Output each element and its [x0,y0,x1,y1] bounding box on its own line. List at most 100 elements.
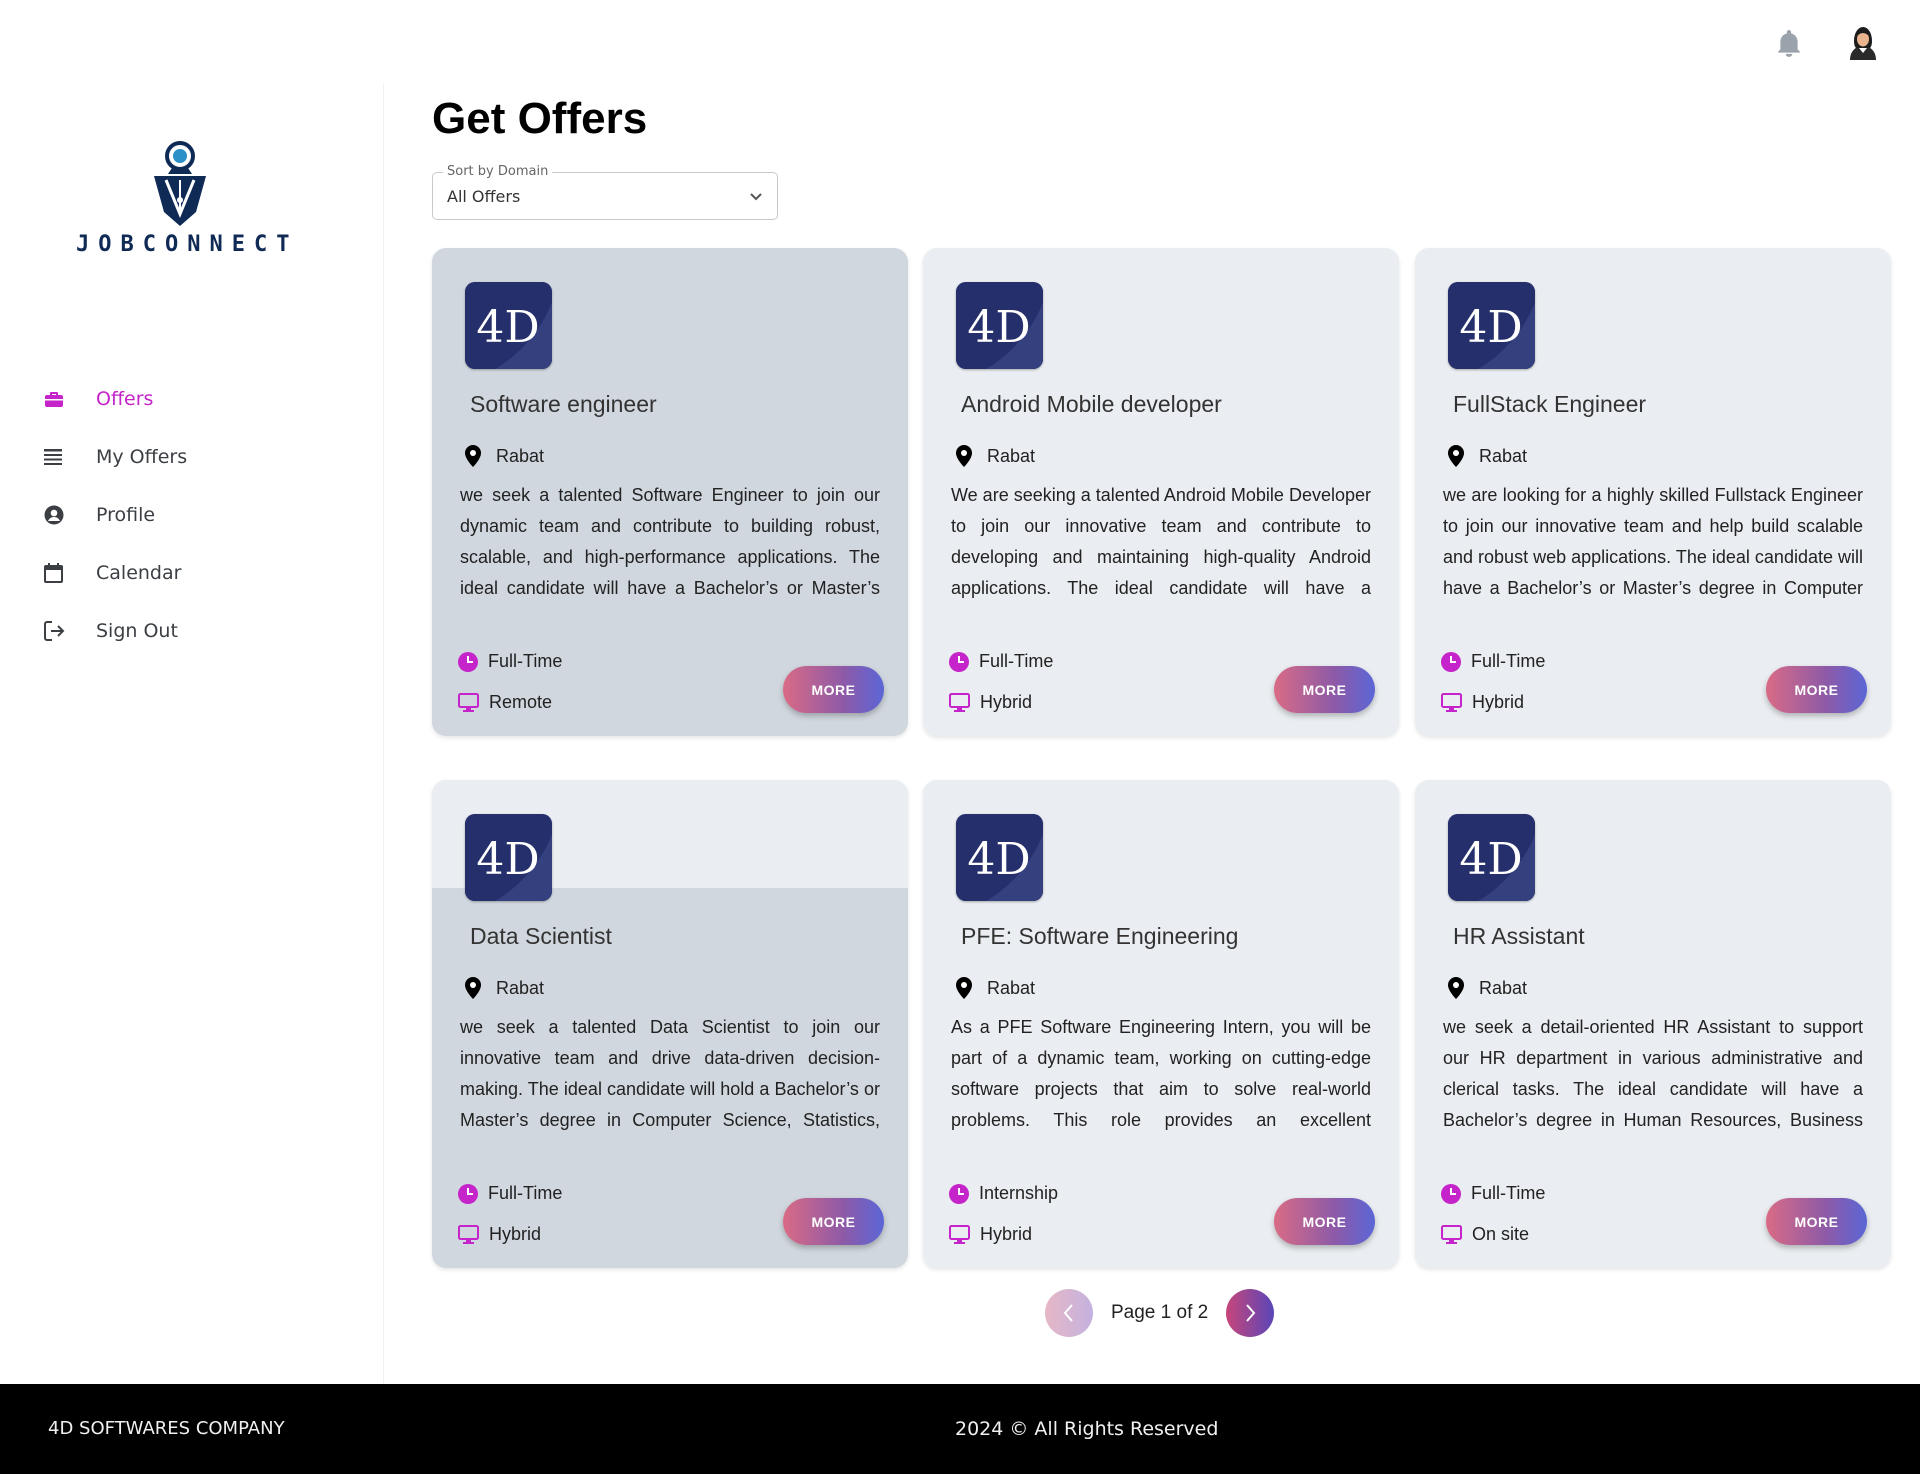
offer-mode: Hybrid [949,1224,1032,1245]
offer-card[interactable]: 4D Software engineer Rabat we seek a tal… [432,248,908,736]
chevron-left-icon [1063,1304,1073,1322]
company-logo-text: 4D [1459,834,1522,885]
offer-description: we seek a talented Software Engineer to … [460,485,880,598]
offer-mode: On site [1441,1224,1529,1245]
offer-location: Rabat [1445,976,1527,1000]
location-text: Rabat [987,445,1036,466]
offer-card[interactable]: 4D Data Scientist Rabat we seek a talent… [432,780,908,1268]
offer-type-text: Full-Time [488,1183,563,1203]
more-button[interactable]: MORE [1766,666,1867,713]
offer-type-text: Internship [979,1183,1059,1203]
sidebar-item-label: Calendar [96,562,182,584]
offer-title: Data Scientist [470,923,612,949]
page-indicator: Page 1 of 2 [1111,1302,1209,1323]
clock-icon [949,651,969,672]
offer-mode-text: On site [1472,1224,1530,1244]
offer-location: Rabat [462,444,544,468]
location-text: Rabat [496,977,545,998]
clock-icon [1441,651,1461,672]
chevron-right-icon [1246,1304,1256,1322]
more-button[interactable]: MORE [783,666,884,713]
offer-description: As a PFE Software Engineering Intern, yo… [951,1017,1371,1130]
offer-type: Full-Time [458,1183,562,1204]
offer-card[interactable]: 4D PFE: Software Engineering Rabat As a … [923,780,1399,1268]
offer-type-text: Full-Time [488,651,563,671]
offer-description: we seek a detail-oriented HR Assistant t… [1443,1017,1863,1130]
offer-location: Rabat [953,444,1035,468]
offer-mode-text: Hybrid [980,692,1033,712]
brand-wordmark: JOBCONNECT [76,232,299,257]
offer-description: we are looking for a highly skilled Full… [1443,485,1863,598]
sidebar-item-calendar[interactable]: Calendar [40,544,187,602]
location-pin-icon [956,977,972,999]
offer-card[interactable]: 4D HR Assistant Rabat we seek a detail-o… [1415,780,1891,1268]
bell-icon[interactable] [1776,30,1802,58]
company-logo: 4D [1448,282,1535,369]
list-icon [44,445,74,469]
top-bar [0,0,1920,84]
location-text: Rabat [1479,977,1528,998]
offer-type-text: Full-Time [979,651,1054,671]
user-avatar[interactable] [1843,22,1883,62]
offer-mode: Hybrid [458,1224,541,1245]
main-content: Get Offers Sort by Domain All Offers 4D … [385,84,1920,1384]
select-value: All Offers [447,187,521,206]
company-logo-text: 4D [1459,302,1522,353]
offer-mode: Remote [458,692,552,713]
footer: 4D SOFTWARES COMPANY 2024 © All Rights R… [0,1384,1920,1474]
select-label: Sort by Domain [443,164,553,179]
more-button[interactable]: MORE [1274,666,1375,713]
offer-mode: Hybrid [1441,692,1524,713]
sidebar-item-label: Profile [96,504,156,526]
sidebar-item-label: Sign Out [96,620,178,642]
offer-type: Full-Time [1441,1183,1545,1204]
location-pin-icon [1448,977,1464,999]
offer-card[interactable]: 4D Android Mobile developer Rabat We are… [923,248,1399,736]
more-button[interactable]: MORE [783,1198,884,1245]
offer-card[interactable]: 4D FullStack Engineer Rabat we are looki… [1415,248,1891,736]
footer-copyright: 2024 © All Rights Reserved [955,1418,1219,1440]
company-logo: 4D [956,282,1043,369]
previous-page-button[interactable] [1045,1289,1093,1337]
more-button[interactable]: MORE [1274,1198,1375,1245]
sidebar-item-profile[interactable]: Profile [40,486,187,544]
offer-mode-text: Remote [489,692,553,712]
sidebar-item-offers[interactable]: Offers [40,370,187,428]
offer-type-text: Full-Time [1471,651,1546,671]
company-logo-text: 4D [476,834,539,885]
footer-company: 4D SOFTWARES COMPANY [48,1418,285,1439]
offer-type: Full-Time [458,651,562,672]
offer-mode: Hybrid [949,692,1032,713]
location-text: Rabat [496,445,545,466]
more-button[interactable]: MORE [1766,1198,1867,1245]
sidebar-item-my-offers[interactable]: My Offers [40,428,187,486]
desktop-icon [1441,1224,1462,1244]
next-page-button[interactable] [1226,1289,1275,1337]
calendar-icon [44,561,74,585]
offer-type-text: Full-Time [1471,1183,1546,1203]
page-title: Get Offers [432,94,648,143]
offer-location: Rabat [1445,444,1527,468]
location-pin-icon [465,445,481,467]
sidebar-item-label: My Offers [96,446,188,468]
sidebar-nav: Offers My Offers Profile Calendar Sign O… [40,370,187,660]
offer-location: Rabat [953,976,1035,1000]
location-pin-icon [465,977,481,999]
location-text: Rabat [1479,445,1528,466]
desktop-icon [1441,692,1462,712]
sidebar-item-sign-out[interactable]: Sign Out [40,602,187,660]
sidebar: JOBCONNECT Offers My Offers Profile Cale… [0,84,384,1384]
offer-title: Software engineer [470,391,657,417]
clock-icon [458,1183,478,1204]
offer-mode-text: Hybrid [980,1224,1033,1244]
clock-icon [458,651,478,672]
offer-description: We are seeking a talented Android Mobile… [951,485,1371,598]
sort-by-domain-select[interactable]: Sort by Domain All Offers [432,164,778,220]
company-logo-text: 4D [476,302,539,353]
sidebar-item-label: Offers [96,388,154,410]
location-text: Rabat [987,977,1036,998]
clock-icon [1441,1183,1461,1204]
company-logo-text: 4D [967,834,1030,885]
offer-title: Android Mobile developer [961,391,1222,417]
offer-location: Rabat [462,976,544,1000]
